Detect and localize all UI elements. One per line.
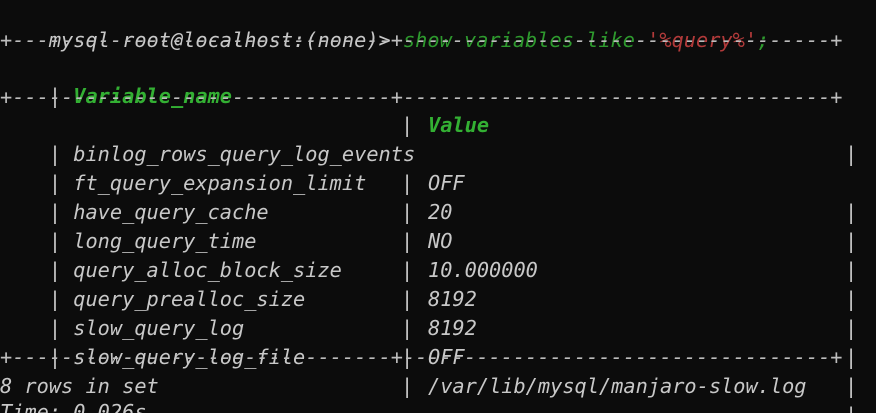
terminal-window[interactable]: mysql root@localhost:(none)> show variab… — [0, 0, 876, 413]
cell-value: NO — [428, 229, 453, 253]
table-row: | query_prealloc_size | 8192 | — [48, 287, 858, 369]
table-border-top: +-------------------------------+-------… — [0, 28, 843, 52]
table-row: | slow_query_log_file | /var/lib/mysql/m… — [0, 314, 857, 413]
cell-value: 8192 — [428, 287, 477, 311]
table-row: | have_query_cache | NO | — [48, 200, 858, 282]
table-row: | ft_query_expansion_limit | 20 | — [48, 171, 858, 253]
cell-value: 20 — [428, 200, 453, 224]
table-row: | slow_query_log | OFF | — [48, 316, 858, 398]
table-border-bottom: +-------------------------------+-------… — [0, 345, 843, 369]
table-row: | binlog_rows_query_log_events | OFF | — [48, 142, 858, 224]
table-border-header: +-------------------------------+-------… — [0, 85, 843, 109]
table-row: | long_query_time | 10.000000 | — [48, 229, 858, 311]
cell-value: /var/lib/mysql/manjaro-slow.log — [428, 374, 807, 398]
header-value: Value — [428, 113, 490, 137]
cell-value: 8192 — [428, 316, 477, 340]
table-header-row: | Variable_name | Value | — [48, 84, 858, 166]
result-count: 8 rows in set — [0, 374, 159, 398]
query-time: Time: 0.026s — [0, 400, 147, 413]
table-row: | query_alloc_block_size | 8192 | — [48, 258, 858, 340]
cell-value: OFF — [428, 171, 465, 195]
cell-value: 10.000000 — [428, 258, 538, 282]
command-line: mysql root@localhost:(none)> show variab… — [0, 0, 769, 52]
